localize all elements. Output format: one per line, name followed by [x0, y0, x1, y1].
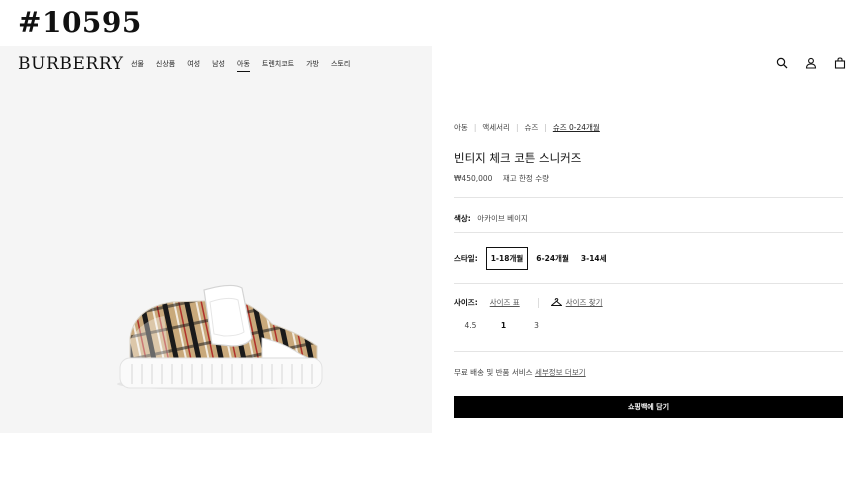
color-value: 아카이브 베이지 [477, 214, 528, 223]
site-header: BURBERRY 선물 신상품 여성 남성 아동 트렌치코트 가방 스토리 [0, 46, 860, 82]
style-option-6-24m[interactable]: 6-24개월 [532, 248, 573, 269]
add-to-bag-button[interactable]: 쇼핑백에 담기 [454, 396, 843, 418]
nav-item-trench[interactable]: 트렌치코트 [262, 59, 294, 72]
divider [454, 283, 843, 284]
breadcrumb-separator: | [544, 123, 547, 132]
divider [454, 197, 843, 198]
nav-item-men[interactable]: 남성 [212, 59, 225, 72]
service-details-link[interactable]: 세부정보 더보기 [535, 368, 586, 377]
nav-item-stories[interactable]: 스토리 [331, 59, 350, 72]
nav-item-women[interactable]: 여성 [187, 59, 200, 72]
nav-item-bags[interactable]: 가방 [306, 59, 319, 72]
header-icons [776, 57, 846, 69]
color-label: 색상: [454, 214, 471, 223]
style-option-1-18m[interactable]: 1-18개월 [485, 247, 529, 270]
breadcrumb-item-current[interactable]: 슈즈 0-24개월 [553, 122, 600, 133]
style-label: 스타일: [454, 254, 478, 263]
divider [454, 351, 843, 352]
product-title: 빈티지 체크 코튼 스니커즈 [454, 151, 582, 165]
product-price: ₩450,000 [454, 174, 493, 183]
service-row: 무료 배송 및 반품 서비스 세부정보 더보기 [454, 367, 586, 378]
size-finder-link[interactable]: 사이즈 찾기 [566, 297, 603, 308]
nav-item-new[interactable]: 신상품 [156, 59, 175, 72]
style-option-3-14y[interactable]: 3-14세 [577, 248, 611, 269]
product-image-sneaker [117, 284, 323, 390]
divider [537, 297, 539, 308]
color-row: 색상: 아카이브 베이지 [454, 213, 528, 224]
size-row: 사이즈: 사이즈 표 사이즈 찾기 [454, 297, 603, 308]
breadcrumb-separator: | [515, 123, 519, 132]
size-option-4-5[interactable]: 4.5 [454, 321, 487, 330]
breadcrumb-item-accessories[interactable]: 액세서리 [482, 122, 510, 133]
bag-icon[interactable] [834, 57, 846, 69]
breadcrumb-separator: | [473, 123, 477, 132]
size-option-3[interactable]: 3 [520, 321, 553, 330]
style-selector: 스타일: 1-18개월 6-24개월 3-14세 [454, 247, 611, 270]
main-nav: 선물 신상품 여성 남성 아동 트렌치코트 가방 스토리 [131, 59, 362, 72]
stock-note: 재고 한정 수량 [502, 174, 549, 183]
hanger-icon [550, 298, 562, 306]
brand-logo[interactable]: BURBERRY [18, 54, 124, 74]
size-options: 4.5 1 3 [454, 321, 553, 330]
size-label: 사이즈: [454, 298, 478, 307]
breadcrumb-item-shoes[interactable]: 슈즈 [524, 122, 538, 133]
account-icon[interactable] [805, 57, 817, 69]
item-code: #10595 [18, 6, 142, 39]
product-image-gallery[interactable] [0, 82, 432, 433]
size-option-1[interactable]: 1 [487, 321, 520, 330]
nav-item-children[interactable]: 아동 [237, 59, 250, 72]
nav-item-gifts[interactable]: 선물 [131, 59, 144, 72]
service-text: 무료 배송 및 반품 서비스 [454, 368, 533, 377]
search-icon[interactable] [776, 57, 788, 69]
price-row: ₩450,000 재고 한정 수량 [454, 173, 549, 184]
size-chart-link[interactable]: 사이즈 표 [490, 297, 520, 308]
divider [454, 232, 843, 233]
breadcrumb-item-children[interactable]: 아동 [454, 122, 468, 133]
breadcrumb: 아동 | 액세서리 | 슈즈 | 슈즈 0-24개월 [454, 122, 600, 133]
